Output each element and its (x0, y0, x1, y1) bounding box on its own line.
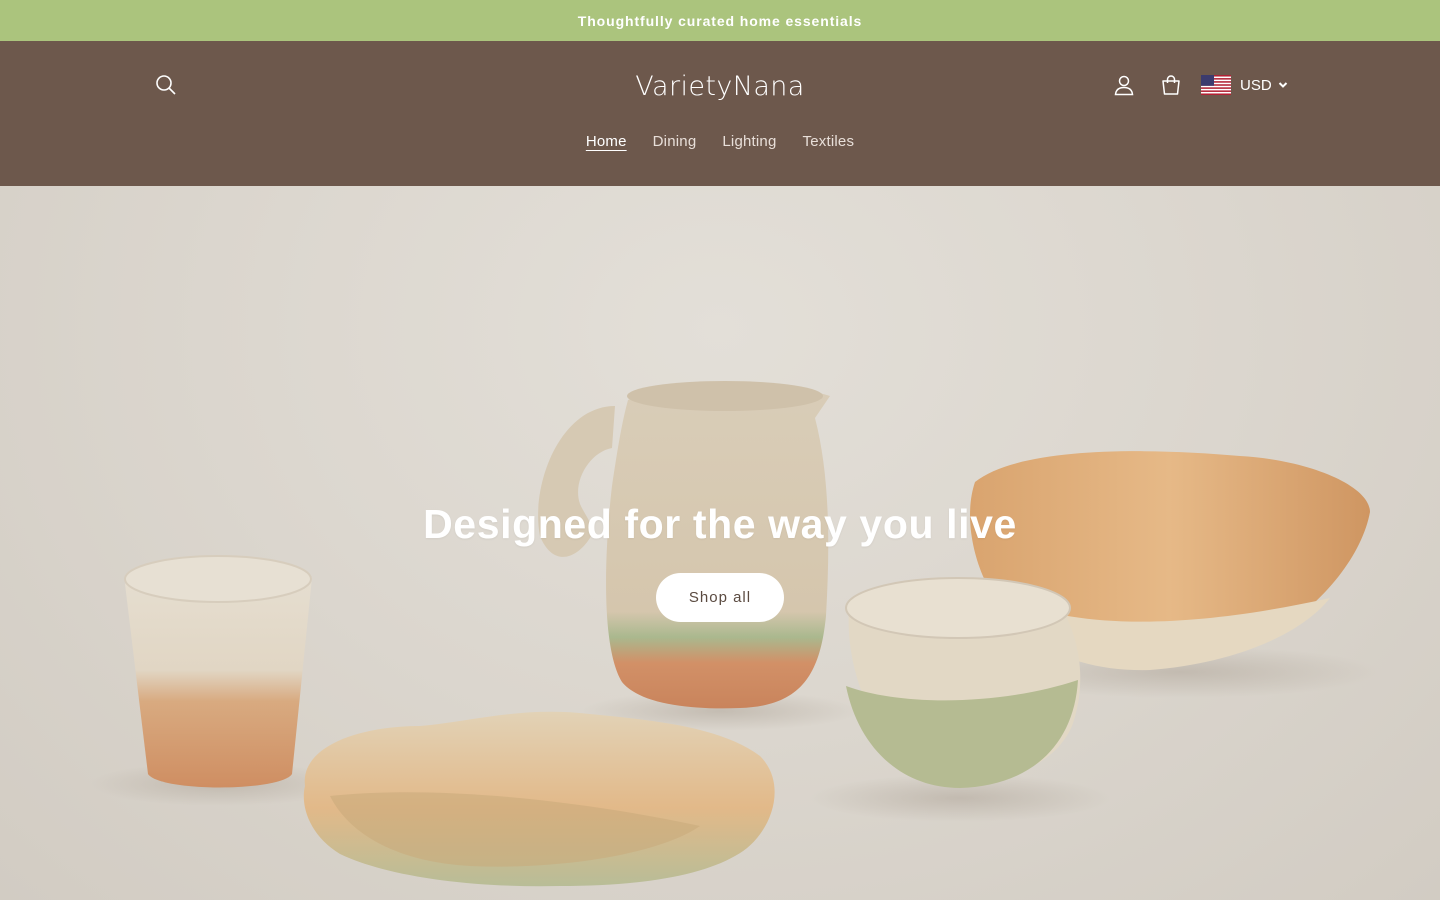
announcement-text: Thoughtfully curated home essentials (577, 12, 863, 29)
cart-button[interactable] (1153, 67, 1189, 103)
account-button[interactable] (1106, 67, 1142, 103)
hero-content: Designed for the way you live Shop all (420, 496, 1020, 622)
hero-banner: Designed for the way you live Shop all (0, 186, 1440, 900)
nav-item-textiles[interactable]: Textiles (790, 132, 868, 154)
user-icon (1114, 75, 1134, 96)
site-header: VarietyNana USD Home Dining Lighting Tex… (0, 41, 1440, 186)
nav-item-lighting[interactable]: Lighting (709, 132, 789, 154)
cart-icon (1162, 75, 1180, 95)
chevron-down-icon (1278, 82, 1287, 88)
nav-item-home[interactable]: Home (573, 132, 640, 154)
shop-all-button[interactable]: Shop all (656, 573, 784, 622)
us-flag-icon (1201, 75, 1231, 95)
main-nav: Home Dining Lighting Textiles (0, 132, 1440, 154)
hero-heading: Designed for the way you live (423, 501, 1017, 547)
logo-link[interactable]: VarietyNana (635, 71, 805, 102)
currency-selector[interactable]: USD (1201, 71, 1288, 99)
currency-code: USD (1240, 76, 1272, 94)
announcement-bar: Thoughtfully curated home essentials (0, 0, 1440, 41)
nav-item-dining[interactable]: Dining (640, 132, 710, 154)
